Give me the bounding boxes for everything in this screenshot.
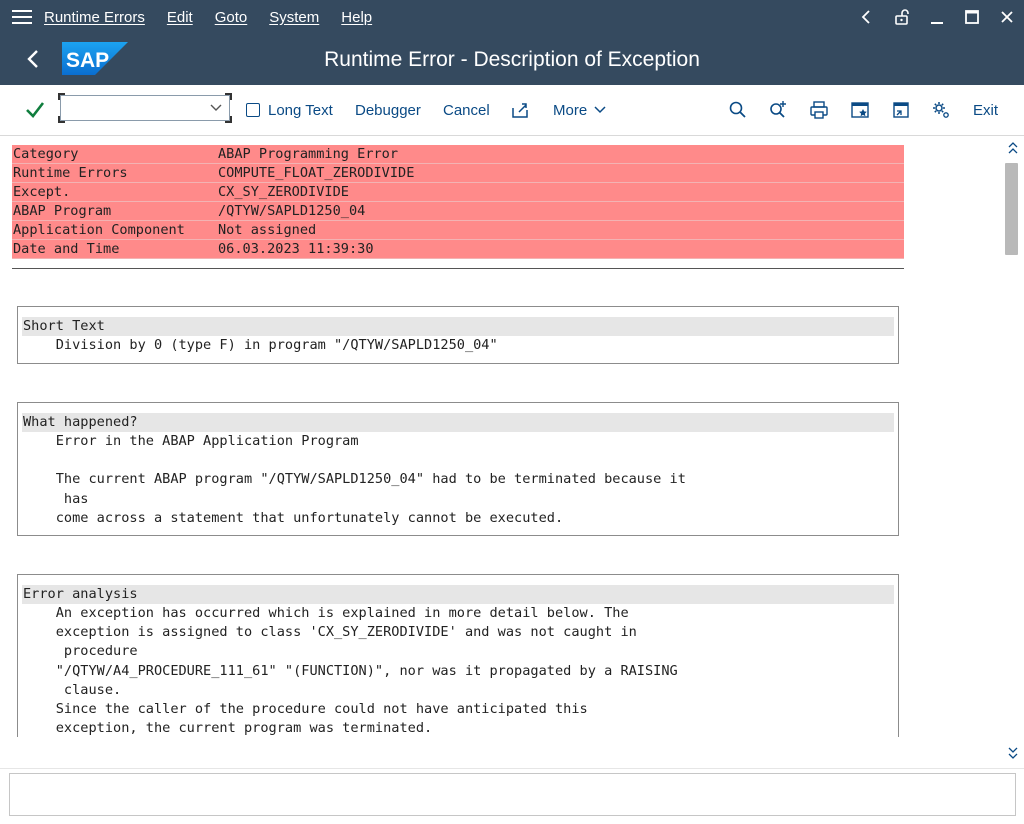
- header-row-runtime-errors: Runtime Errors COMPUTE_FLOAT_ZERODIVIDE: [12, 164, 904, 183]
- section-what-happened: What happened? Error in the ABAP Applica…: [17, 402, 899, 536]
- error-description-content: Category ABAP Programming Error Runtime E…: [0, 137, 1002, 737]
- long-text-label: Long Text: [268, 101, 333, 119]
- menu-bar: Runtime Errors Edit Goto System Help: [0, 0, 1024, 34]
- section-title: Error analysis: [22, 585, 894, 604]
- section-title: Short Text: [22, 317, 894, 336]
- search-icon[interactable]: [727, 99, 749, 121]
- error-header-table: Category ABAP Programming Error Runtime E…: [12, 145, 904, 259]
- printer-icon[interactable]: [808, 99, 830, 121]
- section-error-analysis: Error analysis An exception has occurred…: [17, 574, 899, 737]
- header-key: Except.: [13, 184, 71, 200]
- section-short-text: Short Text Division by 0 (type F) in pro…: [17, 306, 899, 364]
- header-divider: [12, 268, 904, 269]
- command-field[interactable]: [58, 93, 232, 123]
- header-key: Date and Time: [13, 241, 120, 257]
- shortcut-icon[interactable]: [890, 99, 912, 121]
- section-line: exception is assigned to class 'CX_SY_ZE…: [23, 624, 637, 641]
- section-line: Error in the ABAP Application Program: [23, 433, 359, 449]
- section-line: [18, 451, 898, 470]
- section-line: clause.: [23, 681, 122, 698]
- upload-icon[interactable]: [509, 99, 531, 121]
- divider: [0, 768, 1024, 769]
- chevron-down-icon[interactable]: [209, 102, 223, 114]
- unlock-icon[interactable]: [884, 0, 919, 34]
- checkmark-icon[interactable]: [24, 99, 46, 121]
- section-line: An exception has occurred which is expla…: [23, 605, 629, 621]
- exit-button[interactable]: Exit: [973, 98, 998, 122]
- cancel-button[interactable]: Cancel: [443, 98, 490, 122]
- page-title: Runtime Error - Description of Exception: [324, 48, 700, 71]
- header-value: /QTYW/SAPLD1250_04: [218, 203, 366, 219]
- command-input[interactable]: [65, 98, 205, 118]
- minimize-icon[interactable]: [919, 0, 954, 34]
- status-bar[interactable]: [9, 773, 1016, 816]
- header-row-application-component: Application Component Not assigned: [12, 221, 904, 240]
- maximize-icon[interactable]: [954, 0, 989, 34]
- menu-help[interactable]: Help: [341, 9, 372, 26]
- search-next-icon[interactable]: [767, 99, 789, 121]
- header-value: 06.03.2023 11:39:30: [218, 241, 374, 257]
- menu-runtime-errors[interactable]: Runtime Errors: [44, 9, 145, 26]
- header-value: CX_SY_ZERODIVIDE: [218, 184, 349, 200]
- section-line: Since the caller of the procedure could …: [23, 700, 588, 717]
- header-row-exception: Except. CX_SY_ZERODIVIDE: [12, 183, 904, 202]
- header-key: Application Component: [13, 222, 185, 238]
- header-key: Category: [13, 146, 79, 162]
- long-text-button[interactable]: Long Text: [246, 98, 333, 122]
- header-key: Runtime Errors: [13, 165, 128, 181]
- section-line: procedure: [23, 643, 138, 660]
- window-controls: [849, 0, 1024, 34]
- menu-goto[interactable]: Goto: [215, 9, 248, 26]
- section-line: has: [23, 490, 89, 507]
- scroll-up-icon[interactable]: [1006, 139, 1020, 159]
- collapse-chevron-icon[interactable]: [849, 0, 884, 34]
- scroll-down-icon[interactable]: [1006, 742, 1020, 762]
- new-session-icon[interactable]: [849, 99, 871, 121]
- section-line: "/QTYW/A4_PROCEDURE_111_61" "(FUNCTION)"…: [23, 662, 678, 679]
- more-label: More: [553, 101, 588, 119]
- menu-system[interactable]: System: [269, 9, 319, 26]
- section-line: exception, the current program was termi…: [23, 720, 433, 737]
- menu-edit[interactable]: Edit: [167, 9, 193, 26]
- header-value: Not assigned: [218, 222, 317, 238]
- long-text-icon: [246, 103, 260, 117]
- close-icon[interactable]: [989, 0, 1024, 34]
- section-line: come across a statement that unfortunate…: [23, 509, 564, 526]
- header-value: ABAP Programming Error: [218, 146, 399, 162]
- more-button[interactable]: More: [553, 98, 607, 122]
- header-row-abap-program: ABAP Program/QTYW/SAPLD1250_04: [12, 202, 904, 221]
- header-row-category: Category ABAP Programming Error: [12, 145, 904, 164]
- header-row-date-time: Date and Time 06.03.2023 11:39:30: [12, 240, 904, 259]
- debugger-button[interactable]: Debugger: [355, 98, 421, 122]
- title-bar: SAP Runtime Error - Description of Excep…: [0, 34, 1024, 85]
- section-title: What happened?: [22, 413, 894, 432]
- header-value: COMPUTE_FLOAT_ZERODIVIDE: [218, 165, 415, 181]
- section-line: Division by 0 (type F) in program "/QTYW…: [23, 337, 498, 353]
- section-line: The current ABAP program "/QTYW/SAPLD125…: [23, 471, 686, 488]
- application-toolbar: Long Text Debugger Cancel More Exit: [0, 85, 1024, 136]
- hamburger-icon[interactable]: [0, 0, 44, 34]
- settings-icon[interactable]: [930, 99, 952, 121]
- chevron-down-icon: [594, 106, 606, 114]
- vertical-scrollbar[interactable]: [1002, 137, 1024, 769]
- scrollbar-thumb[interactable]: [1005, 163, 1018, 255]
- header-key: ABAP Program: [13, 203, 112, 219]
